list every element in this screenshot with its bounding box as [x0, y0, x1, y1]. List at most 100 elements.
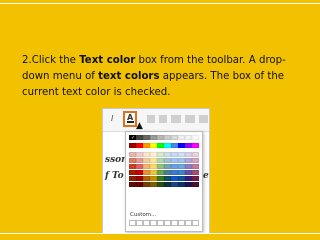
color-swatch[interactable]	[171, 176, 178, 181]
color-swatch[interactable]	[143, 135, 150, 140]
color-swatch[interactable]	[136, 158, 143, 163]
color-swatch[interactable]	[164, 152, 171, 157]
color-swatch[interactable]	[136, 170, 143, 175]
color-swatch[interactable]	[150, 135, 157, 140]
color-swatch[interactable]	[136, 135, 143, 140]
custom-color-slot[interactable]	[178, 220, 185, 226]
color-swatch[interactable]	[185, 170, 192, 175]
color-swatch[interactable]	[136, 176, 143, 181]
color-swatch[interactable]	[192, 164, 199, 169]
color-swatch[interactable]	[136, 152, 143, 157]
color-swatch[interactable]	[143, 164, 150, 169]
color-swatch[interactable]	[164, 158, 171, 163]
color-swatch[interactable]	[129, 170, 136, 175]
color-swatch[interactable]	[185, 152, 192, 157]
indent-icon[interactable]	[199, 115, 208, 123]
color-swatch[interactable]	[150, 182, 157, 187]
color-swatch[interactable]	[164, 182, 171, 187]
color-swatch[interactable]	[129, 143, 136, 148]
color-swatch[interactable]	[157, 182, 164, 187]
color-swatch[interactable]	[171, 158, 178, 163]
color-swatch[interactable]	[178, 170, 185, 175]
color-swatch[interactable]	[164, 170, 171, 175]
color-swatch[interactable]	[185, 135, 192, 140]
color-swatch[interactable]	[143, 182, 150, 187]
color-swatch[interactable]	[150, 170, 157, 175]
instruction-text: 2.Click the Text color box from the tool…	[22, 53, 300, 101]
custom-color-slot[interactable]	[171, 220, 178, 226]
color-swatch[interactable]	[164, 143, 171, 148]
color-swatch[interactable]	[157, 152, 164, 157]
color-swatch[interactable]	[171, 135, 178, 140]
color-swatch[interactable]	[171, 182, 178, 187]
italic-button[interactable]: I	[111, 114, 113, 124]
color-swatch[interactable]	[171, 143, 178, 148]
custom-color-slot[interactable]	[185, 220, 192, 226]
color-swatch[interactable]	[136, 143, 143, 148]
color-swatch[interactable]	[192, 170, 199, 175]
color-swatch[interactable]	[164, 176, 171, 181]
color-swatch[interactable]	[192, 143, 199, 148]
color-swatch[interactable]	[164, 164, 171, 169]
color-swatch[interactable]	[178, 182, 185, 187]
text-color-button[interactable]: A	[123, 111, 137, 127]
color-swatch[interactable]	[185, 158, 192, 163]
color-swatch[interactable]	[143, 152, 150, 157]
color-swatch[interactable]	[150, 143, 157, 148]
custom-color-slot[interactable]	[150, 220, 157, 226]
color-swatch[interactable]	[192, 135, 199, 140]
color-swatch[interactable]	[185, 143, 192, 148]
color-swatch[interactable]	[150, 176, 157, 181]
custom-color-slot[interactable]	[192, 220, 199, 226]
color-swatch[interactable]	[178, 158, 185, 163]
color-swatch[interactable]	[157, 135, 164, 140]
color-swatch[interactable]	[178, 135, 185, 140]
color-swatch[interactable]	[157, 170, 164, 175]
color-swatch[interactable]	[178, 164, 185, 169]
custom-color-slot[interactable]	[164, 220, 171, 226]
color-swatch[interactable]	[129, 182, 136, 187]
color-swatch[interactable]	[129, 158, 136, 163]
color-swatch[interactable]	[150, 164, 157, 169]
color-swatch[interactable]: ✓	[129, 135, 136, 141]
color-swatch[interactable]	[157, 176, 164, 181]
color-swatch[interactable]	[185, 182, 192, 187]
color-swatch[interactable]	[178, 176, 185, 181]
color-swatch[interactable]	[192, 152, 199, 157]
color-swatch[interactable]	[185, 176, 192, 181]
align-icon[interactable]	[171, 115, 181, 123]
custom-color-label[interactable]: Custom...	[130, 212, 156, 218]
color-swatch[interactable]	[136, 164, 143, 169]
color-swatch[interactable]	[157, 158, 164, 163]
mouse-cursor-icon: ▲	[136, 121, 143, 131]
custom-color-slot[interactable]	[143, 220, 150, 226]
color-swatch[interactable]	[136, 182, 143, 187]
color-swatch[interactable]	[157, 164, 164, 169]
color-swatch[interactable]	[192, 182, 199, 187]
color-swatch[interactable]	[143, 170, 150, 175]
custom-color-slot[interactable]	[129, 220, 136, 226]
highlight-color-icon[interactable]	[147, 115, 155, 123]
color-swatch[interactable]	[178, 152, 185, 157]
custom-color-slot[interactable]	[157, 220, 164, 226]
color-swatch[interactable]	[164, 135, 171, 140]
custom-color-slot[interactable]	[136, 220, 143, 226]
link-icon[interactable]	[159, 115, 167, 123]
color-swatch[interactable]	[150, 152, 157, 157]
color-swatch[interactable]	[157, 143, 164, 148]
color-swatch[interactable]	[171, 164, 178, 169]
color-swatch[interactable]	[143, 143, 150, 148]
color-swatch[interactable]	[150, 158, 157, 163]
color-swatch[interactable]	[143, 158, 150, 163]
color-swatch[interactable]	[129, 152, 136, 157]
color-swatch[interactable]	[143, 176, 150, 181]
color-swatch[interactable]	[185, 164, 192, 169]
color-swatch[interactable]	[178, 143, 185, 148]
color-swatch[interactable]	[129, 164, 136, 169]
color-swatch[interactable]	[171, 170, 178, 175]
color-swatch[interactable]	[192, 158, 199, 163]
list-icon[interactable]	[185, 115, 195, 123]
color-swatch[interactable]	[129, 176, 136, 181]
color-swatch[interactable]	[171, 152, 178, 157]
color-swatch[interactable]	[192, 176, 199, 181]
